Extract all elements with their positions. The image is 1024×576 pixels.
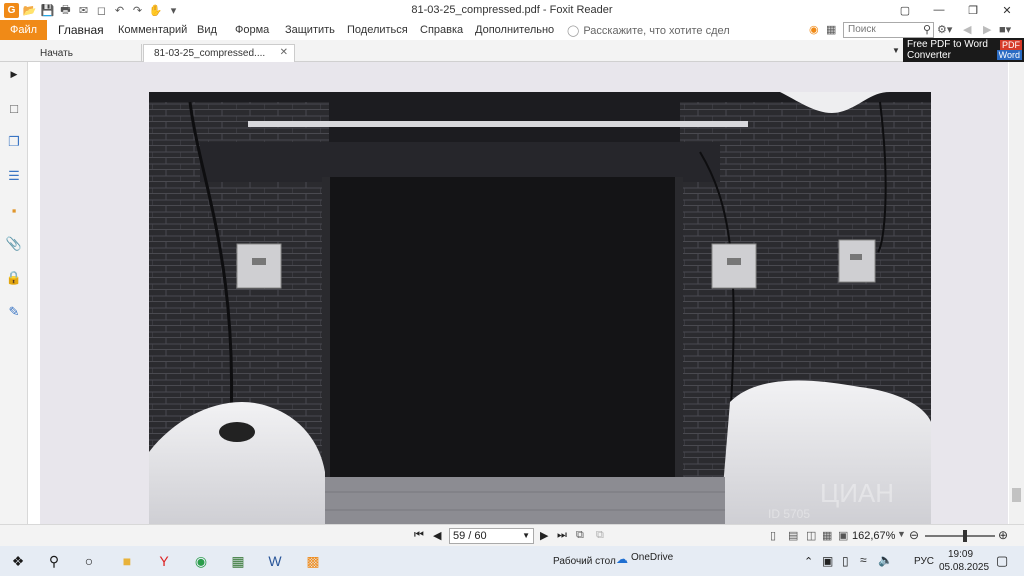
first-page-icon[interactable]: ⏮ [414,529,424,542]
feedback-icon[interactable]: ◉ [809,23,819,36]
close-tab-icon[interactable]: ✕ [280,47,288,58]
previous-page-icon[interactable]: ◀ [433,529,441,542]
file-explorer-icon[interactable]: ■ [116,551,138,571]
watermark-id: ID 5705 [768,507,810,521]
document-viewport[interactable]: ЦИАН ID 5705 [40,62,1008,524]
pdf-page: ЦИАН ID 5705 [40,62,1008,524]
network-icon[interactable]: ▣ [822,554,833,568]
tab-document-label: 81-03-25_compressed.... [154,48,266,59]
garage-photo: ЦИАН ID 5705 [149,92,931,524]
clock-time[interactable]: 19:09 [948,549,973,560]
tab-comment[interactable]: Комментарий [118,24,187,36]
task-view-icon[interactable]: ○ [78,551,100,571]
zoom-slider-knob[interactable] [963,530,967,542]
onedrive-label[interactable]: OneDrive [631,552,673,563]
navigation-panel: ▶ □ ❐ ☰ ▪ 📎 🔒 ✎ [0,62,28,524]
next-page-icon[interactable]: ▶ [540,529,548,542]
tab-document[interactable]: 81-03-25_compressed.... ✕ [143,44,295,62]
continuous-facing-icon[interactable]: ▦ [822,529,832,542]
word-icon[interactable]: W [264,551,286,571]
show-hidden-icons[interactable]: ⌃ [804,555,813,568]
wifi-icon[interactable]: ≈ [860,553,867,567]
zoom-out-button[interactable]: ⊖ [909,528,919,542]
forward-icon[interactable]: ▶ [983,23,991,36]
title-bar: G 📂 💾 🖶 ✉ ◻ ↶ ↷ ✋ ▾ 81-03-25_compressed.… [0,0,1024,20]
tab-start[interactable]: Начать [30,44,142,62]
search-icon[interactable]: ⚲ [923,23,931,36]
facing-view-icon[interactable]: ◫ [806,529,816,542]
windows-start-icon[interactable]: ❖ [7,551,29,571]
promo-banner[interactable]: Free PDF to Word Converter PDF Word [903,38,1024,62]
zoom-dropdown-icon[interactable]: ▼ [897,529,906,539]
tab-view[interactable]: Вид [197,24,217,36]
security-icon[interactable]: 🔒 [6,270,22,286]
last-page-icon[interactable]: ⏭ [557,529,567,542]
minimize-button[interactable]: — [922,0,956,20]
expand-panel-icon[interactable]: ▶ [6,66,22,82]
scrollbar-thumb[interactable] [1012,488,1021,502]
zoom-slider[interactable] [925,530,995,542]
ribbon-menu: Файл Главная Комментарий Вид Форма Защит… [0,20,1024,40]
window-title: 81-03-25_compressed.pdf - Foxit Reader [411,4,613,16]
promo-badge-word: Word [996,50,1022,60]
page-dropdown-icon[interactable]: ▼ [522,529,530,543]
vertical-scrollbar[interactable] [1009,62,1024,524]
search-input[interactable]: Поиск ⚲ [843,22,934,38]
layout-icon[interactable]: ▦ [826,23,836,36]
input-language[interactable]: РУС [914,556,934,567]
tab-list-dropdown-icon[interactable]: ▼ [892,46,900,55]
tab-start-label: Начать [40,47,73,59]
search-taskbar-icon[interactable]: ⚲ [43,551,65,571]
page-number-value: 59 / 60 [453,530,487,542]
lightbulb-icon: ◯ [567,25,580,37]
tell-me-box[interactable]: ◯ Расскажите, что хотите сдел [567,24,730,37]
clock-date[interactable]: 05.08.2025 [939,562,989,573]
document-tab-bar: Начать 81-03-25_compressed.... ✕ [0,40,1024,62]
tab-form[interactable]: Форма [235,24,269,36]
comments-icon[interactable]: ▪ [6,202,22,218]
foxit-taskbar-icon[interactable]: ▩ [302,551,324,571]
tab-protect[interactable]: Защитить [285,24,335,36]
single-page-view-icon[interactable]: ▯ [770,529,776,542]
close-button[interactable]: ✕ [990,0,1024,20]
previous-view-icon[interactable]: ⧉ [576,529,584,542]
restore-ribbon-icon[interactable]: ▢ [888,0,922,20]
volume-icon[interactable]: 🔈 [878,553,893,567]
notifications-icon[interactable]: ▢ [996,553,1008,569]
battery-icon[interactable]: ▯ [842,554,849,568]
yandex-browser-icon[interactable]: Y [153,551,175,571]
settings-icon[interactable]: ⚙▾ [937,23,952,36]
continuous-view-icon[interactable]: ▤ [788,529,798,542]
zoom-level[interactable]: 162,67% [852,530,895,542]
calculator-icon[interactable]: ▦ [227,551,249,571]
desktop-label[interactable]: Рабочий стол [553,556,616,567]
tell-me-text: Расскажите, что хотите сдел [583,25,730,37]
watermark-brand: ЦИАН [820,478,894,508]
zoom-in-button[interactable]: ⊕ [998,528,1008,542]
attachments-icon[interactable]: 📎 [6,236,22,252]
tab-share[interactable]: Поделиться [347,24,408,36]
tab-home[interactable]: Главная [58,23,104,37]
layers-icon[interactable]: ☰ [6,168,22,184]
next-view-icon[interactable]: ⧉ [596,529,604,542]
onedrive-icon[interactable]: ☁ [616,552,628,566]
maximize-button[interactable]: ❐ [956,0,990,20]
back-icon[interactable]: ◀ [963,23,971,36]
signatures-icon[interactable]: ✎ [6,304,22,320]
tab-help[interactable]: Справка [420,24,463,36]
chrome-icon[interactable]: ◉ [190,551,212,571]
pages-icon[interactable]: ❐ [6,134,22,150]
tab-extras[interactable]: Дополнительно [475,24,554,36]
windows-taskbar: ❖ ⚲ ○ ■ Y ◉ ▦ W ▩ Рабочий стол ☁ OneDriv… [0,546,1024,576]
bookmarks-icon[interactable]: □ [6,100,22,116]
search-placeholder: Поиск [848,24,876,35]
status-bar: ⏮ ◀ 59 / 60 ▼ ▶ ⏭ ⧉ ⧉ ▯ ▤ ◫ ▦ ▣ 162,67% ▼… [0,524,1024,546]
promo-badge-pdf: PDF [1000,40,1022,50]
account-icon[interactable]: ■▾ [999,23,1011,36]
page-number-input[interactable]: 59 / 60 ▼ [449,528,534,544]
fit-icon[interactable]: ▣ [838,529,848,542]
file-menu[interactable]: Файл [0,20,47,40]
